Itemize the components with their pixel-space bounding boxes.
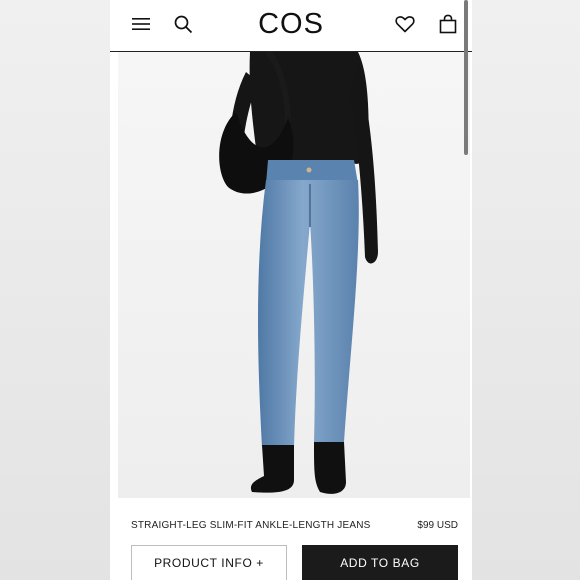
product-image[interactable] — [118, 52, 470, 498]
blurred-background-right — [472, 0, 580, 580]
blurred-background-left — [0, 0, 110, 580]
model-illustration — [219, 52, 378, 494]
product-info-button[interactable]: PRODUCT INFO + — [131, 545, 287, 580]
product-price: $99 USD — [417, 520, 458, 531]
product-info-row: STRAIGHT-LEG SLIM-FIT ANKLE-LENGTH JEANS… — [110, 498, 472, 580]
add-to-bag-button[interactable]: ADD TO BAG — [302, 545, 458, 580]
heart-icon[interactable] — [393, 12, 417, 36]
mobile-screen: COS STRAIGHT-LEG SLIM-FIT ANKLE-LENGTH J… — [110, 0, 472, 580]
product-name: STRAIGHT-LEG SLIM-FIT ANKLE-LENGTH JEANS — [131, 520, 371, 531]
shopping-bag-icon[interactable] — [436, 12, 460, 36]
site-header: COS — [110, 0, 472, 52]
scrollbar[interactable] — [464, 0, 468, 155]
cos-logo[interactable]: COS — [110, 8, 472, 41]
